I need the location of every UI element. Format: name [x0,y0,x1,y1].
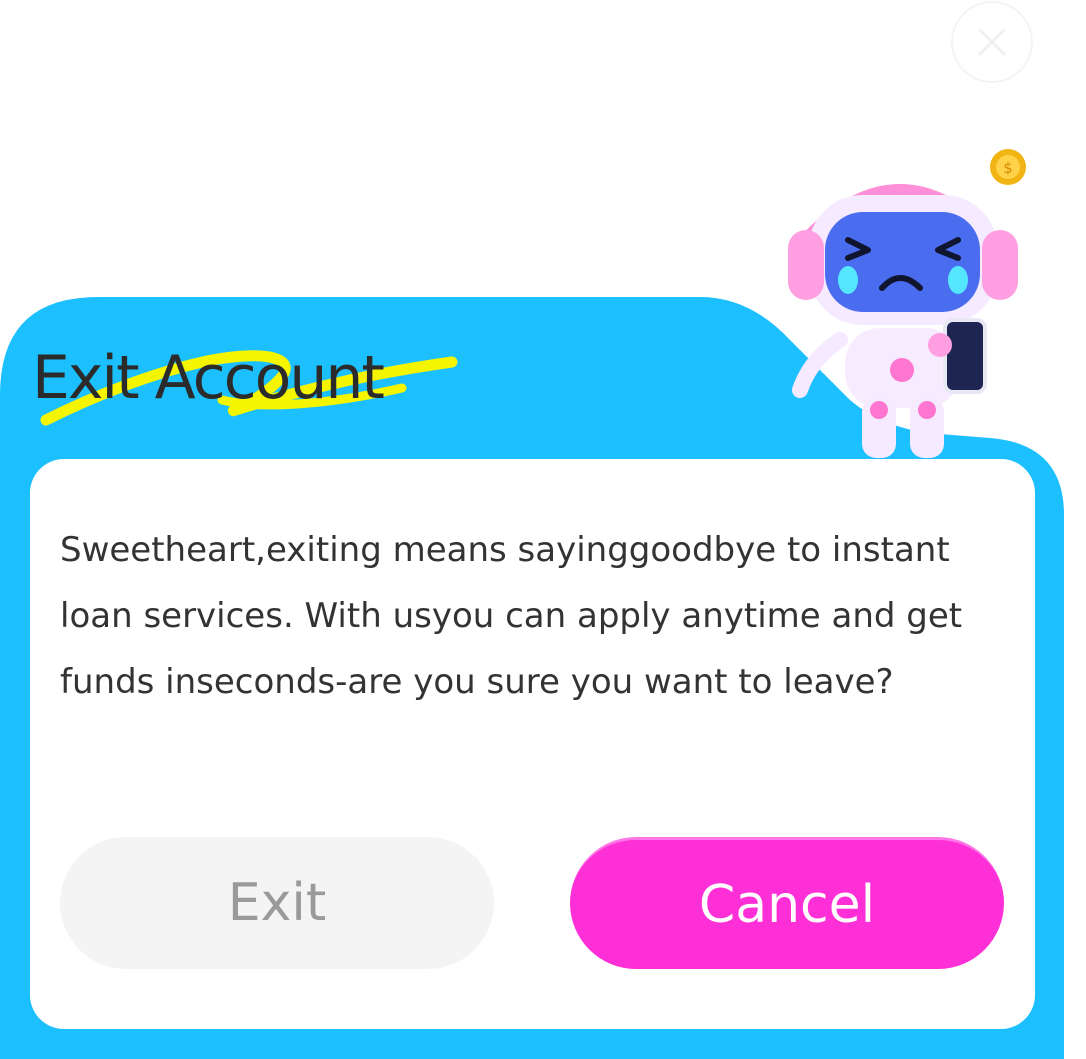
dialog-card: Sweetheart,exiting means sayinggoodbye t… [30,459,1035,1029]
dialog-message: Sweetheart,exiting means sayinggoodbye t… [60,530,963,702]
svg-text:$: $ [1003,159,1013,177]
exit-button[interactable]: Exit [60,837,494,969]
cancel-button[interactable]: Cancel [570,837,1004,969]
crying-robot-mascot: $ [788,149,1026,458]
dialog-title: Exit Account [32,343,385,413]
exit-account-screen: Exit Account $ Sweetheart,exiting means … [0,0,1086,1059]
exit-button-label: Exit [227,873,327,933]
cancel-button-label: Cancel [698,874,876,935]
title-area: Exit Account [32,330,472,440]
gold-coin-icon: $ [990,149,1026,185]
phone-icon [943,318,987,394]
